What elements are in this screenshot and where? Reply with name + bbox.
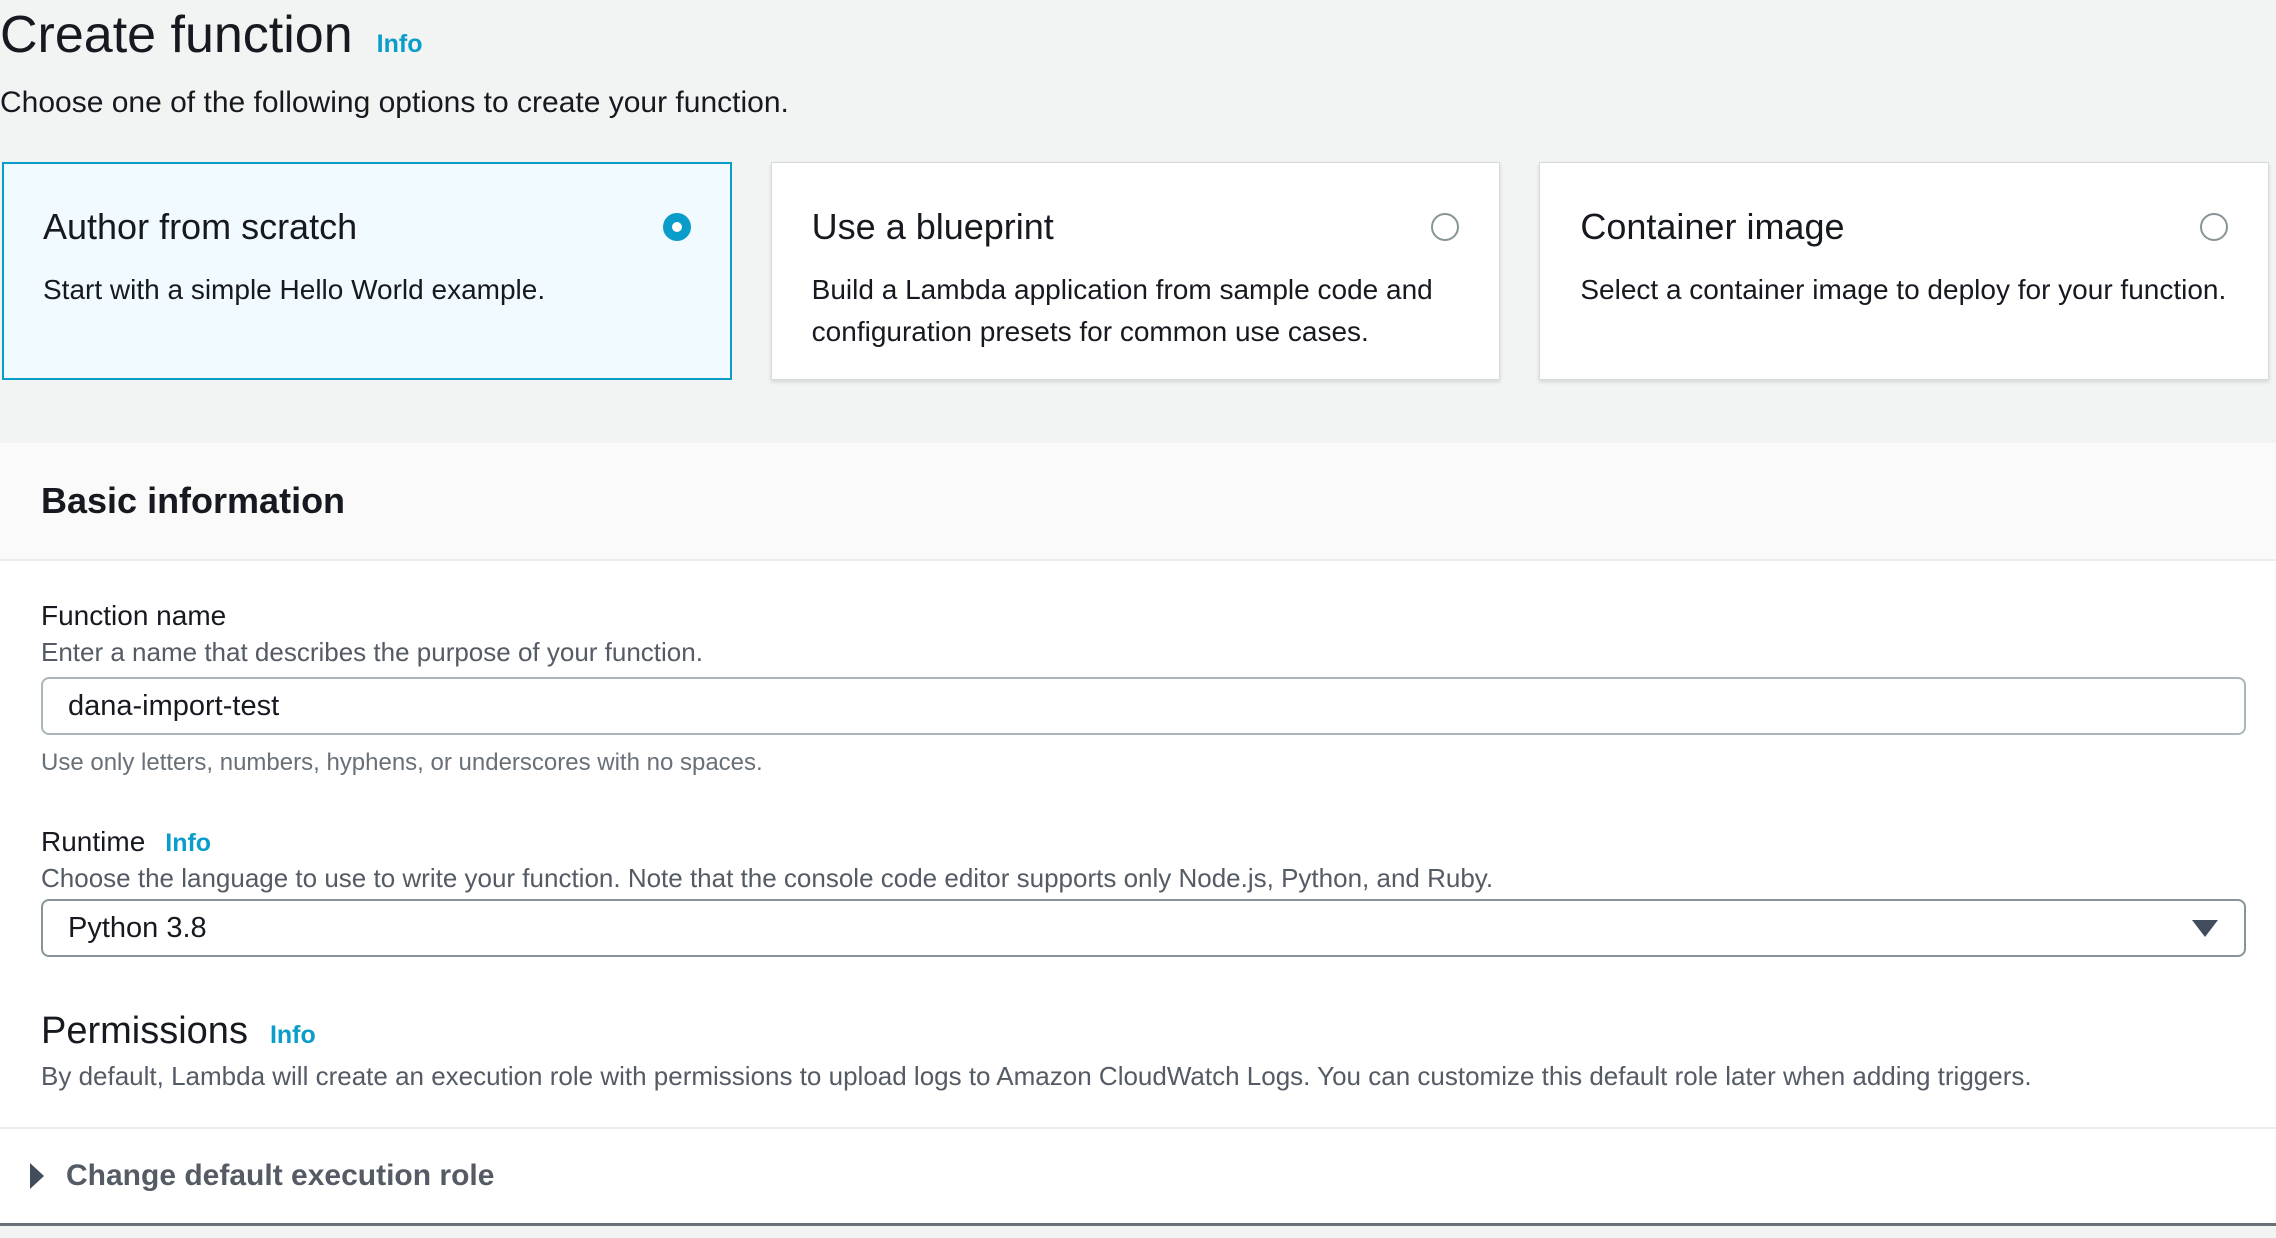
card-title: Container image (1580, 205, 1844, 249)
basic-information-panel: Basic information Function name Enter a … (0, 443, 2276, 1226)
permissions-info-link[interactable]: Info (270, 1021, 316, 1050)
permissions-section-header: Permissions Info (41, 1009, 2246, 1053)
page-header: Create function Info Choose one of the f… (0, 0, 2276, 122)
card-description: Start with a simple Hello World example. (43, 269, 691, 311)
change-execution-role-expander[interactable]: Change default execution role (0, 1129, 2276, 1223)
page-title: Create function (0, 4, 353, 66)
panel-header: Basic information (0, 443, 2276, 561)
card-description: Build a Lambda application from sample c… (812, 269, 1460, 353)
radio-use-a-blueprint[interactable] (1431, 213, 1459, 241)
runtime-label: Runtime (41, 825, 145, 859)
permissions-heading: Permissions (41, 1009, 248, 1053)
runtime-info-link[interactable]: Info (165, 829, 211, 858)
runtime-selected-option: Python 3.8 (68, 912, 207, 945)
card-description: Select a container image to deploy for y… (1580, 269, 2228, 311)
permissions-description: By default, Lambda will create an execut… (41, 1061, 2246, 1091)
radio-container-image[interactable] (2200, 213, 2228, 241)
card-author-from-scratch[interactable]: Author from scratch Start with a simple … (2, 162, 732, 380)
chevron-down-icon (2192, 920, 2218, 937)
function-name-constraint: Use only letters, numbers, hyphens, or u… (41, 749, 2246, 777)
runtime-description: Choose the language to use to write your… (41, 863, 2246, 893)
function-name-description: Enter a name that describes the purpose … (41, 637, 2246, 667)
panel-body: Function name Enter a name that describe… (0, 561, 2276, 1091)
runtime-field: Runtime Info Choose the language to use … (41, 825, 2246, 957)
runtime-select[interactable]: Python 3.8 (41, 899, 2246, 957)
create-function-info-link[interactable]: Info (377, 30, 423, 59)
function-name-field: Function name Enter a name that describe… (41, 599, 2246, 777)
function-name-input[interactable] (41, 677, 2246, 735)
page-subtitle: Choose one of the following options to c… (0, 84, 2276, 122)
expander-label: Change default execution role (66, 1159, 494, 1193)
creation-option-cards: Author from scratch Start with a simple … (2, 162, 2269, 380)
card-title: Use a blueprint (812, 205, 1054, 249)
card-use-a-blueprint[interactable]: Use a blueprint Build a Lambda applicati… (771, 162, 1501, 380)
function-name-label: Function name (41, 599, 2246, 633)
radio-author-from-scratch[interactable] (663, 213, 691, 241)
card-title: Author from scratch (43, 205, 357, 249)
card-container-image[interactable]: Container image Select a container image… (1539, 162, 2269, 380)
panel-heading: Basic information (41, 480, 345, 522)
caret-right-icon (30, 1163, 44, 1189)
